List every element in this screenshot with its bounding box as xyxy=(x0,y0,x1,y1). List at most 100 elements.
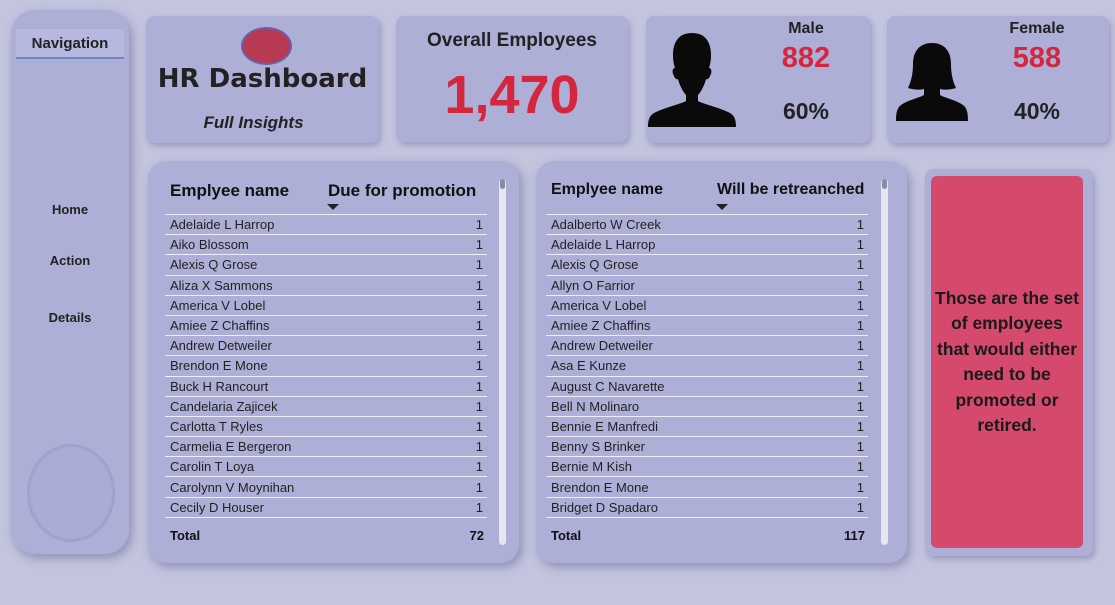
table-row[interactable]: Asa E Kunze 1 xyxy=(546,356,868,377)
row-employee-name: Andrew Detweiler xyxy=(170,338,272,354)
row-value: 1 xyxy=(475,398,483,414)
row-value: 1 xyxy=(856,358,864,374)
table-row[interactable]: Amiee Z Chaffins 1 xyxy=(165,316,487,337)
table-row[interactable]: America V Lobel 1 xyxy=(165,296,487,316)
row-value: 1 xyxy=(475,439,483,455)
row-employee-name: Adelaide L Harrop xyxy=(551,237,656,253)
table-row[interactable]: August C Navarette 1 xyxy=(546,377,868,397)
table-row[interactable]: Alexis Q Grose 1 xyxy=(165,255,487,276)
row-employee-name: Allyn O Farrior xyxy=(551,277,635,293)
female-silhouette-icon xyxy=(896,43,968,121)
nav-details-button[interactable]: Details xyxy=(11,310,129,325)
table-row[interactable]: Andrew Detweiler 1 xyxy=(546,336,868,357)
row-employee-name: Aliza X Sammons xyxy=(170,277,273,293)
promotion-scrollbar[interactable] xyxy=(499,179,506,545)
retrenchment-scrollbar[interactable] xyxy=(881,179,888,545)
table-row[interactable]: Bridget D Spadaro 1 xyxy=(546,498,868,518)
table-row[interactable]: Cecily D Houser 1 xyxy=(165,498,487,518)
row-employee-name: Buck H Rancourt xyxy=(170,378,269,394)
table-row[interactable]: Carmelia E Bergeron 1 xyxy=(165,437,487,458)
row-value: 1 xyxy=(475,378,483,394)
female-label: Female xyxy=(1009,20,1065,37)
retrenchment-rows[interactable]: Adalberto W Creek 1 Adelaide L Harrop 1 Alex… xyxy=(546,214,868,524)
row-employee-name: Cecily D Houser xyxy=(170,499,264,515)
scrollbar-thumb[interactable] xyxy=(882,179,887,189)
row-value: 1 xyxy=(475,358,483,374)
row-employee-name: Bernie M Kish xyxy=(551,459,632,475)
table-row[interactable]: Brendon E Mone 1 xyxy=(165,356,487,377)
row-employee-name: Candelaria Zajicek xyxy=(170,398,278,414)
row-value: 1 xyxy=(856,418,864,434)
row-employee-name: Andrew Detweiler xyxy=(551,338,653,354)
retrenchment-col-name-header[interactable]: Emplyee name xyxy=(551,181,663,199)
table-row[interactable]: Carolynn V Moynihan 1 xyxy=(165,477,487,498)
table-row[interactable]: Benny S Brinker 1 xyxy=(546,437,868,458)
nav-home-button[interactable]: Home xyxy=(11,202,129,217)
row-employee-name: Carlotta T Ryles xyxy=(170,418,263,434)
promotion-rows[interactable]: Adelaide L Harrop 1 Aiko Blossom 1 Alexis Q … xyxy=(165,214,487,524)
row-employee-name: Adelaide L Harrop xyxy=(170,217,275,233)
promotion-col-name-header[interactable]: Emplyee name xyxy=(170,181,289,201)
row-value: 1 xyxy=(856,479,864,495)
row-value: 1 xyxy=(856,439,864,455)
table-row[interactable]: Adelaide L Harrop 1 xyxy=(546,235,868,256)
note-card: Those are the set of employees that woul… xyxy=(925,169,1093,556)
row-value: 1 xyxy=(475,418,483,434)
scrollbar-thumb[interactable] xyxy=(500,179,505,189)
table-row[interactable]: Amiee Z Chaffins 1 xyxy=(546,316,868,337)
row-value: 1 xyxy=(856,338,864,354)
row-employee-name: Carmelia E Bergeron xyxy=(170,439,292,455)
male-label: Male xyxy=(788,20,824,37)
promotion-total-row: Total 72 xyxy=(170,528,484,543)
table-row[interactable]: Aliza X Sammons 1 xyxy=(165,276,487,296)
nav-circle-button[interactable] xyxy=(27,444,115,542)
row-value: 1 xyxy=(475,257,483,273)
overall-employees-label: Overall Employees xyxy=(426,30,598,51)
row-employee-name: Aiko Blossom xyxy=(170,237,249,253)
table-row[interactable]: Adalberto W Creek 1 xyxy=(546,215,868,236)
table-row[interactable]: Andrew Detweiler 1 xyxy=(165,336,487,357)
total-label: Total xyxy=(170,528,201,543)
row-employee-name: August C Navarette xyxy=(551,378,665,394)
retrenchment-col-value-header[interactable]: Will be retreanched xyxy=(717,181,864,199)
row-value: 1 xyxy=(856,378,864,394)
row-employee-name: Amiee Z Chaffins xyxy=(170,318,270,334)
table-row[interactable]: Candelaria Zajicek 1 xyxy=(165,397,487,417)
sort-descending-icon[interactable] xyxy=(327,204,339,210)
total-value: 72 xyxy=(469,528,484,543)
nav-action-button[interactable]: Action xyxy=(11,253,129,268)
row-value: 1 xyxy=(856,217,864,233)
row-employee-name: Alexis Q Grose xyxy=(170,257,258,273)
table-row[interactable]: Allyn O Farrior 1 xyxy=(546,276,868,296)
row-value: 1 xyxy=(856,277,864,293)
promotion-col-value-header[interactable]: Due for promotion xyxy=(328,181,476,201)
row-value: 1 xyxy=(856,398,864,414)
row-value: 1 xyxy=(856,237,864,253)
dashboard-title: HR Dashboard xyxy=(157,64,368,94)
total-label: Total xyxy=(551,528,582,543)
note-box: Those are the set of employees that woul… xyxy=(931,176,1083,548)
table-row[interactable]: Carlotta T Ryles 1 xyxy=(165,417,487,438)
table-row[interactable]: Carolin T Loya 1 xyxy=(165,457,487,478)
row-employee-name: Bridget D Spadaro xyxy=(551,499,658,515)
table-row[interactable]: Bell N Molinaro 1 xyxy=(546,397,868,417)
row-employee-name: Brendon E Mone xyxy=(170,358,268,374)
table-row[interactable]: America V Lobel 1 xyxy=(546,296,868,316)
table-row[interactable]: Brendon E Mone 1 xyxy=(546,477,868,498)
row-employee-name: Brendon E Mone xyxy=(551,479,649,495)
table-row[interactable]: Aiko Blossom 1 xyxy=(165,235,487,256)
table-row[interactable]: Adelaide L Harrop 1 xyxy=(165,215,487,236)
overall-employees-value: 1,470 xyxy=(444,65,580,125)
row-employee-name: Benny S Brinker xyxy=(551,439,645,455)
retrenchment-table: Emplyee name Will be retreanched Adalber… xyxy=(536,161,907,563)
row-value: 1 xyxy=(475,479,483,495)
table-row[interactable]: Bernie M Kish 1 xyxy=(546,457,868,478)
table-row[interactable]: Alexis Q Grose 1 xyxy=(546,255,868,276)
logo-icon xyxy=(241,27,292,65)
table-row[interactable]: Buck H Rancourt 1 xyxy=(165,377,487,397)
total-value: 117 xyxy=(844,528,865,543)
sort-descending-icon[interactable] xyxy=(716,204,728,210)
row-value: 1 xyxy=(475,277,483,293)
table-row[interactable]: Bennie E Manfredi 1 xyxy=(546,417,868,438)
row-employee-name: Carolin T Loya xyxy=(170,459,255,475)
